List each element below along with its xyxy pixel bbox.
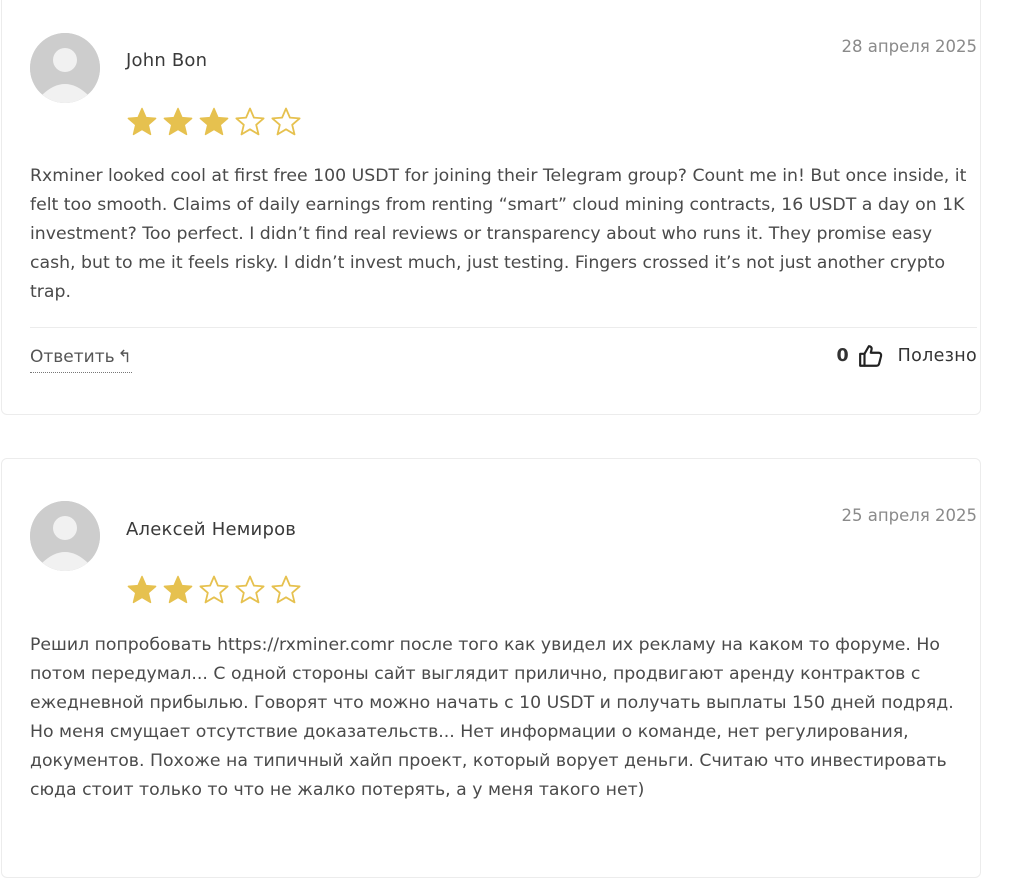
review-author: Алексей Немиров [126,519,297,540]
review-date: 28 апреля 2025 [841,37,977,56]
star-filled-icon [163,107,193,136]
star-rating [126,574,302,606]
review-date: 25 апреля 2025 [841,506,977,525]
star-empty-icon [271,107,301,136]
helpful-block: 0 Полезно [836,343,977,369]
review-card: John Bon 28 апреля 2025 Rxminer looked c… [1,0,981,415]
star-empty-icon [271,575,301,604]
divider [30,327,977,328]
thumbs-up-icon[interactable] [858,343,884,369]
avatar-icon [30,33,100,103]
avatar-icon [30,501,100,571]
star-empty-icon [235,107,265,136]
reply-label: Ответить [30,347,115,367]
review-text: Rxminer looked cool at first free 100 US… [30,166,967,302]
star-filled-icon [163,575,193,604]
review-author: John Bon [126,50,208,71]
star-empty-icon [199,575,229,604]
star-rating [126,106,302,138]
star-filled-icon [127,575,157,604]
helpful-count: 0 [836,346,849,366]
reply-arrow-icon: ↰ [117,347,132,367]
reply-button[interactable]: Ответить ↰ [30,347,132,373]
star-filled-icon [127,107,157,136]
review-card: Алексей Немиров 25 апреля 2025 Решил поп… [1,458,981,878]
star-empty-icon [235,575,265,604]
helpful-button[interactable]: Полезно [898,346,977,366]
review-text: Решил попробовать https://rxminer.comr п… [30,635,954,800]
star-filled-icon [199,107,229,136]
